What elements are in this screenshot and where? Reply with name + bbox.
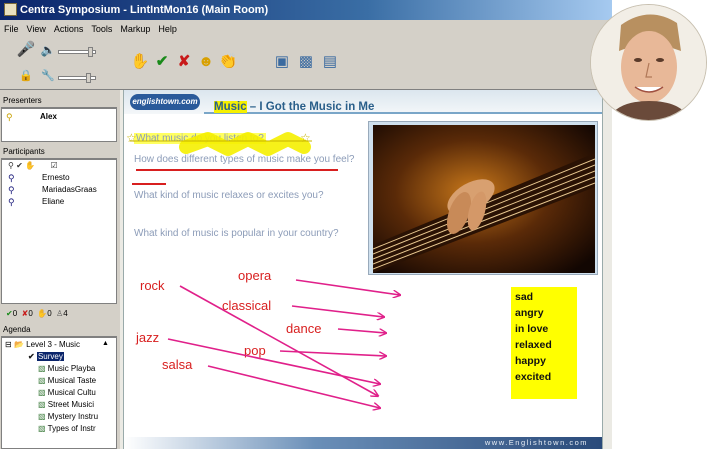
toolbar: 🎤 🔈 🔒 🔧 ✋ ✔ ✘ ☻ 👏 ▣ ▩ ▤ (0, 38, 612, 90)
presenters-header: Presenters (1, 94, 117, 108)
agenda-item-label: Musical Cultu (47, 388, 96, 397)
star-icon: ☆ (300, 131, 311, 145)
check-count-icon: ✔ (6, 309, 13, 318)
agenda-item[interactable]: ▧ Mystery Instru (38, 412, 98, 421)
arrow-pop (279, 350, 386, 356)
menu-help[interactable]: Help (154, 20, 181, 38)
microphone-icon[interactable]: 🎤 (16, 40, 36, 60)
poll-icon[interactable]: ▤ (320, 52, 340, 72)
participant-key-icon: ⚲ (8, 173, 15, 183)
agenda-item-label: Mystery Instru (47, 412, 99, 421)
hand-raise-icon[interactable]: ✋ (130, 52, 150, 72)
arrow-classical (291, 305, 384, 317)
presenter-video (590, 4, 707, 121)
agenda-header: Agenda (1, 323, 117, 337)
agenda-folder[interactable]: ⊟ 📂 Level 3 - Music (5, 340, 80, 349)
agenda-folder-label: Level 3 - Music (26, 340, 80, 349)
participants-header: Participants (1, 145, 117, 159)
app-share-icon[interactable]: ▩ (296, 52, 316, 72)
slide-icon: ▧ (38, 412, 46, 421)
folder-icon: 📂 (13, 340, 24, 349)
presenter-face (591, 5, 706, 120)
presentation-stage: englishtown.com Music – I Got the Music … (120, 90, 612, 449)
agenda-item-label: Street Musici (47, 400, 95, 409)
laugh-icon[interactable]: ☻ (196, 52, 216, 72)
agenda-tree: ⊟ 📂 Level 3 - Music ▲ ✔ Survey ▧ Music P… (1, 337, 117, 449)
hand-count-icon: ✋ (37, 309, 48, 318)
arrow-dance (337, 328, 386, 333)
participant-name[interactable]: Eliane (42, 197, 64, 206)
arrow-opera (295, 279, 400, 295)
menu-actions[interactable]: Actions (50, 20, 88, 38)
menu-bar: File View Actions Tools Markup Help (0, 20, 612, 38)
presenter-key-icon: ⚲ (6, 112, 13, 122)
slide-icon: ▧ (38, 424, 46, 433)
people-count: 4 (63, 309, 68, 318)
no-count: 0 (28, 309, 33, 318)
participant-key-icon: ⚲ (8, 185, 15, 195)
agenda-item-label: Music Playba (47, 364, 96, 373)
centra-window: Centra Symposium - LintIntMon16 (Main Ro… (0, 0, 612, 449)
menu-file[interactable]: File (0, 20, 23, 38)
slide[interactable]: englishtown.com Music – I Got the Music … (123, 90, 603, 449)
star-icon: ☆ (126, 131, 137, 145)
menu-view[interactable]: View (23, 20, 50, 38)
speaker-volume-knob[interactable] (88, 47, 93, 57)
arrow-rock (179, 285, 378, 396)
agenda-item[interactable]: ▧ Music Playba (38, 364, 95, 373)
whiteboard-icon[interactable]: ▣ (272, 52, 292, 72)
window-title: Centra Symposium - LintIntMon16 (Main Ro… (20, 4, 269, 16)
markup-layer: ☆ ☆ (126, 131, 602, 449)
slide-icon: ▧ (38, 400, 46, 409)
mic-settings-icon[interactable]: 🔧 (38, 66, 58, 86)
hand-count: 0 (47, 309, 52, 318)
speaker-icon[interactable]: 🔈 (38, 40, 58, 60)
agenda-item-label: Types of Instr (47, 424, 96, 433)
presenter-name[interactable]: Alex (40, 112, 57, 121)
check-icon[interactable]: ✔ (152, 52, 172, 72)
slide-icon: ▧ (38, 376, 46, 385)
agenda-item[interactable]: ▧ Musical Cultu (38, 388, 96, 397)
agenda-item[interactable]: ▧ Musical Taste (38, 376, 96, 385)
participants-list: ⚲ ✔ ✋ ☑ ⚲ Ernesto ⚲ MariadasGraas ⚲ Elia… (1, 159, 117, 304)
agenda-item[interactable]: ✔ Survey (28, 352, 64, 361)
applause-icon[interactable]: 👏 (218, 52, 238, 72)
agenda-item[interactable]: ▧ Types of Instr (38, 424, 96, 433)
menu-markup[interactable]: Markup (116, 20, 154, 38)
arrow-salsa (207, 365, 380, 408)
menu-tools[interactable]: Tools (87, 20, 116, 38)
left-panel: Presenters ⚲ Alex Participants ⚲ ✔ ✋ ☑ ⚲… (0, 90, 118, 449)
presenters-list: ⚲ Alex (1, 108, 117, 142)
participant-columns-icons: ⚲ ✔ ✋ ☑ (8, 161, 58, 170)
yes-count: 0 (12, 309, 18, 318)
agenda-item-label: Musical Taste (47, 376, 97, 385)
lock-icon[interactable]: 🔒 (16, 66, 36, 86)
participant-name[interactable]: Ernesto (42, 173, 70, 182)
title-bar: Centra Symposium - LintIntMon16 (Main Ro… (0, 0, 612, 20)
app-icon (4, 3, 17, 16)
scroll-up-arrow[interactable]: ▲ (102, 340, 109, 347)
cross-icon[interactable]: ✘ (174, 52, 194, 72)
arrow-jazz (167, 338, 380, 384)
participant-key-icon: ⚲ (8, 197, 15, 207)
agenda-item-label: Survey (36, 352, 64, 361)
slide-icon: ▧ (38, 388, 46, 397)
agenda-item[interactable]: ▧ Street Musici (38, 400, 94, 409)
mic-volume-knob[interactable] (86, 73, 91, 83)
participant-name[interactable]: MariadasGraas (42, 185, 97, 194)
slide-icon: ▧ (38, 364, 46, 373)
check-icon: ✔ (28, 352, 35, 361)
feedback-tally: ✔0 ✘0 ✋0 ♙4 (6, 309, 68, 318)
